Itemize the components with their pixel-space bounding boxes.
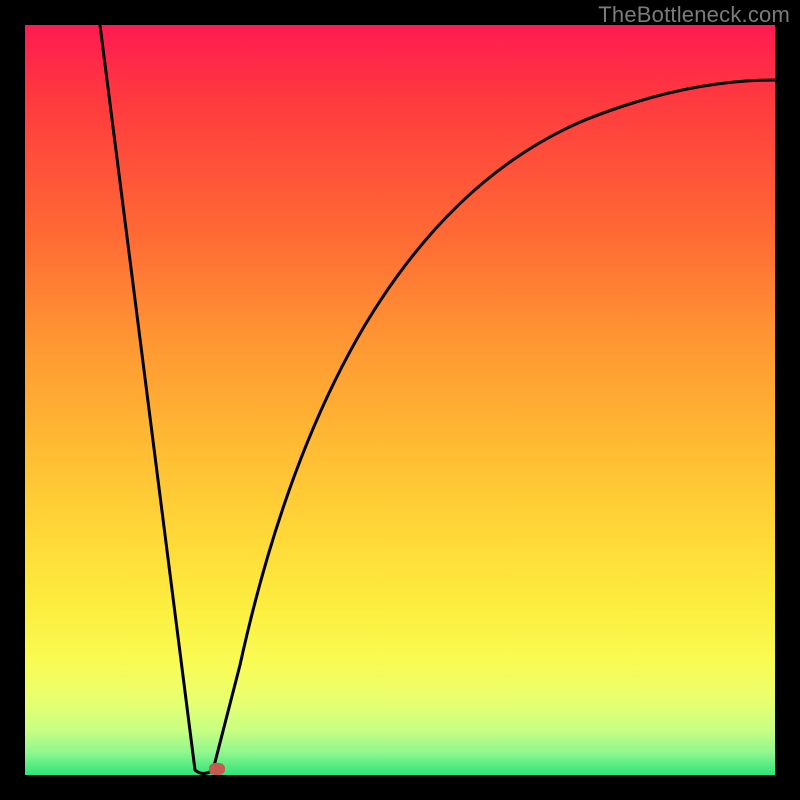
watermark-text: TheBottleneck.com bbox=[598, 2, 790, 28]
bottleneck-curve bbox=[100, 25, 775, 774]
optimal-point-marker bbox=[209, 763, 225, 775]
plot-area bbox=[25, 25, 775, 775]
chart-frame: TheBottleneck.com bbox=[0, 0, 800, 800]
curve-svg bbox=[25, 25, 775, 775]
